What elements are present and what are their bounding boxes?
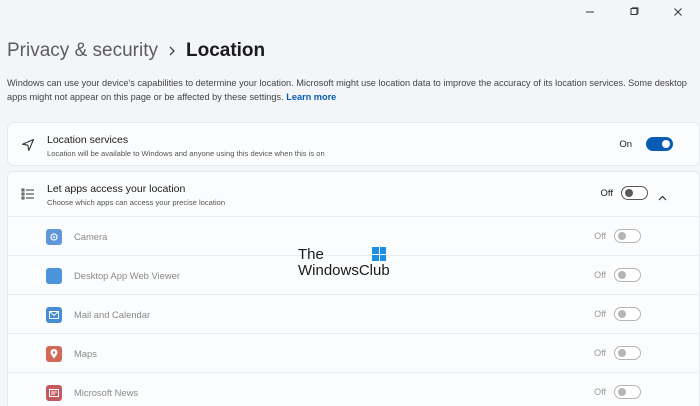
mail-app-icon [46,307,62,323]
toggle-knob [618,388,626,396]
page-title: Location [185,40,266,61]
location-services-state: On [619,139,632,150]
page-description: Windows can use your device's capabiliti… [7,76,695,104]
location-services-toggle[interactable] [646,137,673,151]
news-app-icon [46,385,62,401]
app-row-mail-calendar: Mail and Calendar Off [8,294,699,333]
toggle-knob [618,310,626,318]
app-state: Off [594,231,606,241]
close-icon [674,8,682,16]
app-state: Off [594,387,606,397]
location-services-title: Location services [47,134,129,146]
list-icon [20,186,36,202]
app-toggle-microsoft-news[interactable] [614,385,641,399]
breadcrumb: Privacy & security Location [7,38,265,64]
apps-access-subtitle: Choose which apps can access your precis… [47,198,226,207]
navigation-arrow-icon [20,137,36,153]
app-state: Off [594,270,606,280]
breadcrumb-parent-link[interactable]: Privacy & security [7,40,158,62]
windows-logo-icon [372,247,386,261]
watermark: The WindowsClub [298,247,390,279]
app-name: Camera [74,231,108,242]
toggle-knob [662,140,670,148]
web-viewer-app-icon [46,268,62,284]
app-name: Microsoft News [74,387,139,398]
apps-access-texts: Let apps access your location Choose whi… [47,183,225,207]
app-toggle-maps[interactable] [614,346,641,360]
app-toggle-mail-calendar[interactable] [614,307,641,321]
camera-app-icon [46,229,62,245]
apps-access-row[interactable]: Let apps access your location Choose whi… [8,172,699,216]
location-services-card[interactable]: Location services Location will be avail… [7,122,700,166]
minimize-button[interactable] [568,0,612,24]
description-text: Windows can use your device's capabiliti… [7,78,687,102]
chevron-up-icon[interactable] [658,188,667,206]
toggle-knob [618,232,626,240]
close-button[interactable] [656,0,700,24]
app-row-maps: Maps Off [8,333,699,372]
restore-icon [630,7,639,15]
app-name: Mail and Calendar [74,309,151,320]
toggle-knob [618,349,626,357]
chevron-right-icon [158,46,186,56]
toggle-knob [625,189,633,197]
restore-button[interactable] [612,0,656,24]
app-toggle-camera[interactable] [614,229,641,243]
location-services-row[interactable]: Location services Location will be avail… [8,123,699,167]
location-services-texts: Location services Location will be avail… [47,134,325,158]
app-row-microsoft-news: Microsoft News Off [8,372,699,406]
learn-more-link[interactable]: Learn more [286,92,336,102]
app-toggle-desktop-web-viewer[interactable] [614,268,641,282]
location-services-subtitle: Location will be available to Windows an… [47,149,325,158]
app-state: Off [594,348,606,358]
apps-access-toggle[interactable] [621,186,648,200]
app-name: Maps [74,348,97,359]
toggle-knob [618,271,626,279]
maps-app-icon [46,346,62,362]
window-controls [568,0,700,24]
apps-access-title: Let apps access your location [47,183,186,195]
watermark-line2: WindowsClub [298,262,390,279]
apps-access-state: Off [600,188,614,199]
app-state: Off [594,309,606,319]
minimize-icon [586,11,594,13]
apps-access-card: Let apps access your location Choose whi… [7,171,700,406]
app-name: Desktop App Web Viewer [74,270,180,281]
